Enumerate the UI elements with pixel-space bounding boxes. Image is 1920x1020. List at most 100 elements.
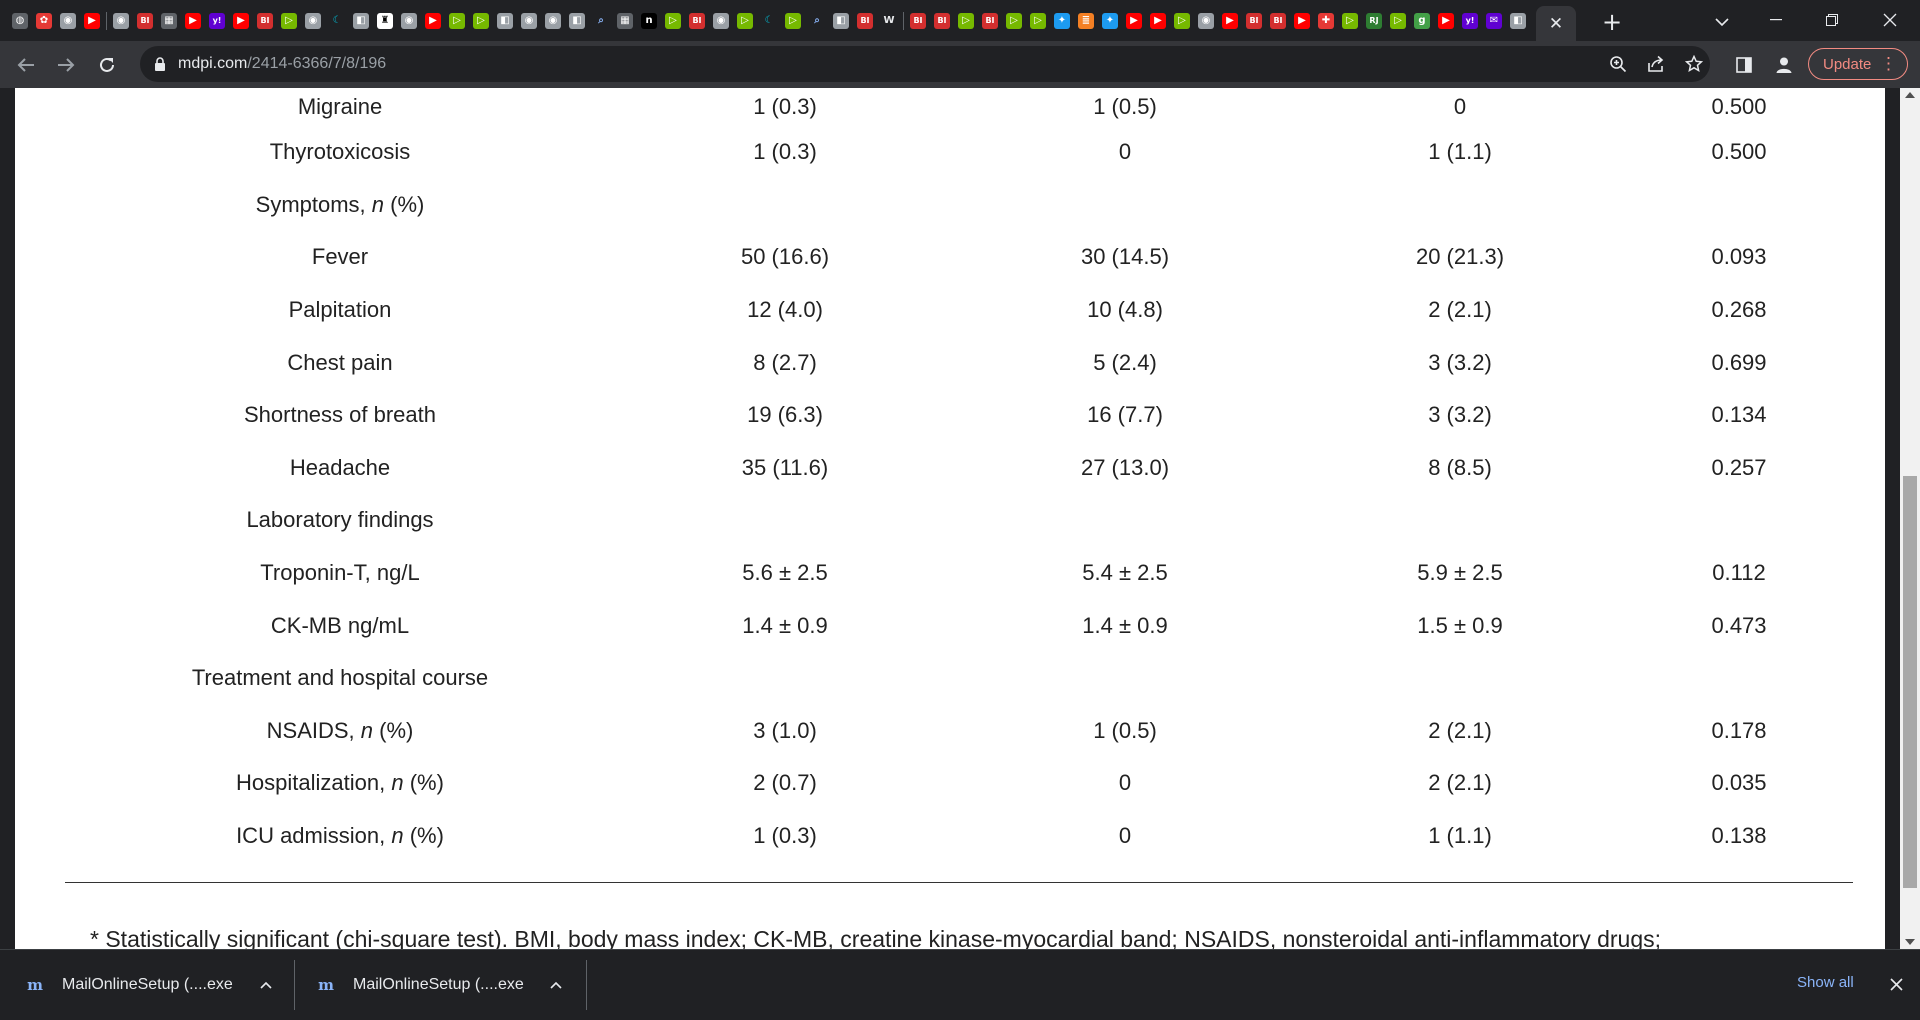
active-tab[interactable]: ✕ — [1536, 6, 1576, 41]
tab[interactable]: ▶ — [1146, 9, 1170, 33]
tab[interactable]: ▷ — [954, 9, 978, 33]
tab[interactable]: BI — [685, 9, 709, 33]
menu-kebab-icon[interactable]: ⋮ — [1880, 54, 1897, 74]
tab[interactable]: ▦ — [613, 9, 637, 33]
side-panel-icon[interactable] — [1732, 53, 1756, 77]
tab[interactable]: ⌕ — [589, 9, 613, 33]
tab[interactable]: ▶ — [1290, 9, 1314, 33]
tab[interactable]: ◉ — [109, 9, 133, 33]
scroll-up-arrow-icon[interactable] — [1905, 92, 1915, 98]
download-item[interactable]: m MailOnlineSetup (....exe — [26, 950, 296, 1020]
tab[interactable]: ▷ — [661, 9, 685, 33]
tab[interactable]: ◧ — [565, 9, 589, 33]
scrollbar-thumb[interactable] — [1903, 476, 1917, 888]
share-icon[interactable] — [1644, 52, 1668, 76]
tab[interactable]: ♜ — [373, 9, 397, 33]
close-window-button[interactable] — [1860, 0, 1920, 40]
youtube-icon: ▶ — [1222, 13, 1238, 29]
scroll-down-arrow-icon[interactable] — [1905, 939, 1915, 945]
tab[interactable]: ▶ — [1122, 9, 1146, 33]
tab[interactable]: ▷ — [445, 9, 469, 33]
tab[interactable]: ✦ — [1098, 9, 1122, 33]
tab[interactable]: ▷ — [781, 9, 805, 33]
tab[interactable]: ▷ — [1386, 9, 1410, 33]
profile-avatar-icon[interactable] — [1772, 53, 1796, 77]
reload-button[interactable] — [91, 49, 123, 81]
tab[interactable]: ◉ — [397, 9, 421, 33]
p-value-cell: 0.699 — [1711, 349, 1767, 375]
chevron-up-icon[interactable] — [256, 975, 276, 995]
tab[interactable]: BI — [1266, 9, 1290, 33]
tab[interactable]: ▶ — [1434, 9, 1458, 33]
tab[interactable]: ▷ — [277, 9, 301, 33]
tab[interactable]: ◉ — [517, 9, 541, 33]
tab[interactable]: ▷ — [1170, 9, 1194, 33]
tab[interactable]: ◧ — [349, 9, 373, 33]
tab[interactable]: ◉ — [301, 9, 325, 33]
tab[interactable]: ▶ — [181, 9, 205, 33]
tab[interactable]: ✉ — [1482, 9, 1506, 33]
tab[interactable]: y! — [205, 9, 229, 33]
tab[interactable]: ☾ — [325, 9, 349, 33]
bookmark-star-icon[interactable] — [1682, 52, 1706, 76]
update-button[interactable]: Update ⋮ — [1808, 48, 1908, 80]
restore-button[interactable] — [1802, 0, 1862, 40]
tab[interactable]: BI — [1242, 9, 1266, 33]
tab[interactable]: ▷ — [469, 9, 493, 33]
tab[interactable]: BI — [133, 9, 157, 33]
download-item[interactable]: m MailOnlineSetup (....exe — [317, 950, 587, 1020]
url-text[interactable]: mdpi.com/2414-6366/7/8/196 — [178, 55, 386, 73]
address-bar[interactable]: mdpi.com/2414-6366/7/8/196 — [140, 46, 1710, 82]
tab[interactable]: BI — [853, 9, 877, 33]
lock-icon[interactable] — [154, 57, 166, 76]
tab[interactable]: ◉ — [541, 9, 565, 33]
tab[interactable]: ▶ — [1218, 9, 1242, 33]
close-download-bar-icon[interactable] — [1884, 972, 1908, 996]
tab[interactable]: ▶ — [229, 9, 253, 33]
vertical-scrollbar[interactable] — [1900, 88, 1920, 949]
download-filename: MailOnlineSetup (....exe — [353, 976, 524, 993]
new-tab-button[interactable]: + — [1598, 8, 1626, 36]
chevron-up-icon[interactable] — [546, 975, 566, 995]
tab[interactable]: BI — [978, 9, 1002, 33]
tab[interactable]: ▷ — [1002, 9, 1026, 33]
back-button[interactable] — [10, 49, 42, 81]
minimize-button[interactable] — [1746, 0, 1806, 40]
table-cell: 35 (11.6) — [741, 454, 829, 480]
tab[interactable]: ◉ — [56, 9, 80, 33]
forward-button[interactable] — [50, 49, 82, 81]
tab[interactable]: ▷ — [733, 9, 757, 33]
tab[interactable]: ⌕ — [805, 9, 829, 33]
tab[interactable]: ≣ — [1074, 9, 1098, 33]
tab[interactable]: ◍ — [8, 9, 32, 33]
tab[interactable]: BI — [253, 9, 277, 33]
tab[interactable]: ▶ — [421, 9, 445, 33]
tab-search-chevron-icon[interactable] — [1708, 8, 1736, 36]
p-value-cell — [1625, 494, 1853, 547]
tab[interactable]: ◧ — [1506, 9, 1530, 33]
tab[interactable]: ✚ — [1314, 9, 1338, 33]
tab[interactable]: ◉ — [1194, 9, 1218, 33]
tab[interactable]: g — [1410, 9, 1434, 33]
tab[interactable]: BI — [906, 9, 930, 33]
tab[interactable]: ✿ — [32, 9, 56, 33]
tab[interactable]: n — [637, 9, 661, 33]
tab[interactable]: ◧ — [493, 9, 517, 33]
tab[interactable]: ◉ — [709, 9, 733, 33]
tab[interactable]: ▷ — [1338, 9, 1362, 33]
tab[interactable]: y! — [1458, 9, 1482, 33]
tab[interactable]: ☾ — [757, 9, 781, 33]
tab[interactable]: ▶ — [80, 9, 104, 33]
tab[interactable]: RJ — [1362, 9, 1386, 33]
tab[interactable]: W — [877, 9, 901, 33]
tab[interactable]: ✦ — [1050, 9, 1074, 33]
zoom-icon[interactable] — [1606, 52, 1630, 76]
close-tab-icon[interactable]: ✕ — [1549, 14, 1563, 34]
show-all-downloads-link[interactable]: Show all — [1797, 974, 1854, 991]
table-cell: 30 (14.5) — [1080, 244, 1170, 270]
tab[interactable]: ▦ — [157, 9, 181, 33]
cyan-icon: ☾ — [329, 13, 345, 29]
tab[interactable]: BI — [930, 9, 954, 33]
tab[interactable]: ◧ — [829, 9, 853, 33]
tab[interactable]: ▷ — [1026, 9, 1050, 33]
